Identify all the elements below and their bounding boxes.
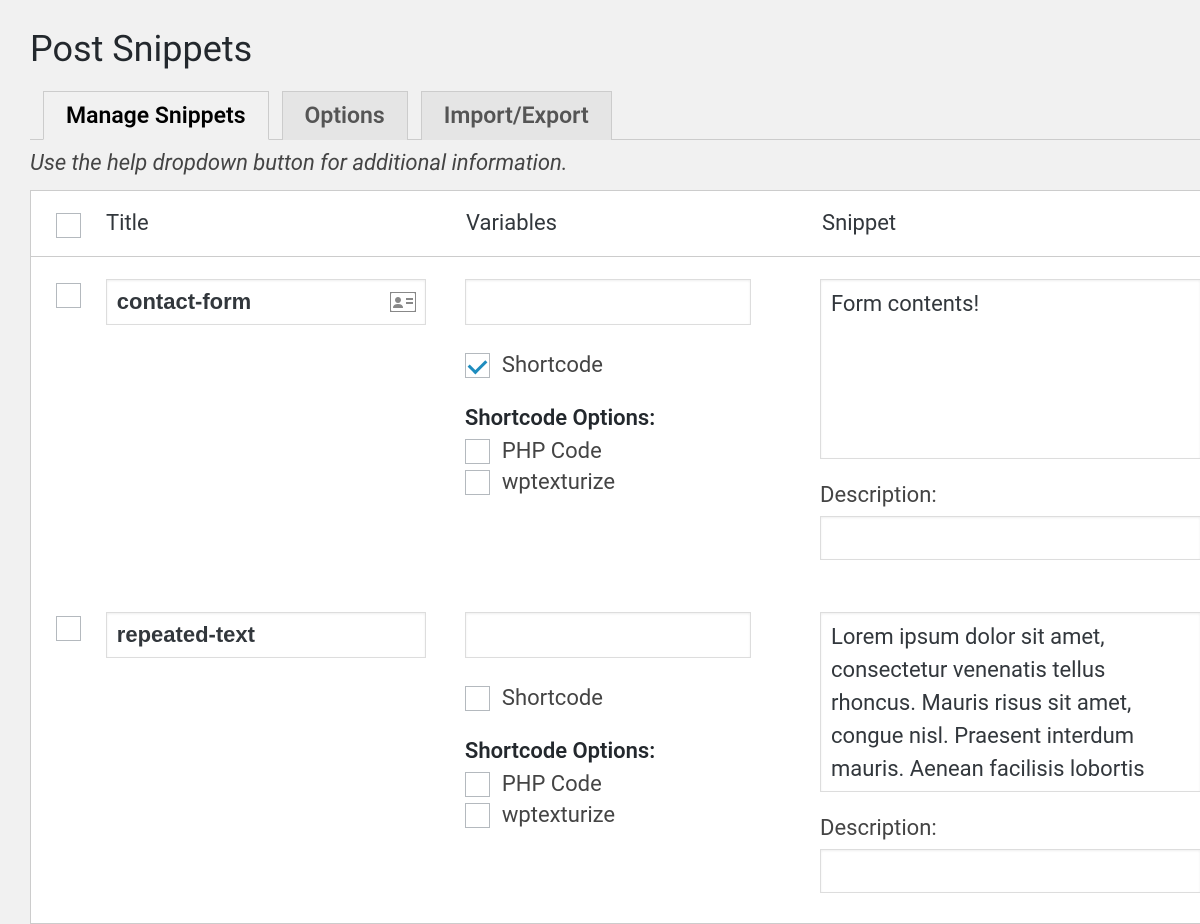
- row-select-checkbox[interactable]: [56, 283, 81, 308]
- column-header-variables: Variables: [466, 211, 822, 236]
- wptexturize-checkbox[interactable]: [465, 803, 490, 828]
- column-header-snippet: Snippet: [822, 211, 1200, 236]
- tab-manage-snippets[interactable]: Manage Snippets: [43, 91, 269, 140]
- select-all-checkbox[interactable]: [56, 213, 81, 238]
- description-input[interactable]: [820, 849, 1200, 893]
- shortcode-checkbox[interactable]: [465, 686, 490, 711]
- description-label: Description:: [820, 483, 1200, 508]
- snippet-title-input[interactable]: [106, 612, 426, 658]
- table-header: Title Variables Snippet: [31, 191, 1200, 257]
- row-select-checkbox[interactable]: [56, 616, 81, 641]
- table-row: Shortcode Shortcode Options: PHP Code wp…: [31, 257, 1200, 590]
- page-title: Post Snippets: [30, 28, 1200, 70]
- snippet-content-textarea[interactable]: [820, 612, 1200, 792]
- description-input[interactable]: [820, 516, 1200, 560]
- column-header-title: Title: [106, 211, 466, 236]
- description-label: Description:: [820, 816, 1200, 841]
- shortcode-label: Shortcode: [502, 353, 603, 378]
- php-code-label: PHP Code: [502, 439, 602, 464]
- tab-options[interactable]: Options: [282, 91, 408, 140]
- wptexturize-label: wptexturize: [502, 803, 615, 828]
- wptexturize-checkbox[interactable]: [465, 470, 490, 495]
- snippet-title-input[interactable]: [106, 279, 426, 325]
- php-code-checkbox[interactable]: [465, 439, 490, 464]
- help-text: Use the help dropdown button for additio…: [30, 151, 1200, 176]
- shortcode-options-label: Shortcode Options:: [465, 406, 800, 431]
- shortcode-label: Shortcode: [502, 686, 603, 711]
- id-card-icon: [390, 292, 416, 312]
- wptexturize-label: wptexturize: [502, 470, 615, 495]
- nav-tabs: Manage Snippets Options Import/Export: [30, 90, 1200, 140]
- php-code-checkbox[interactable]: [465, 772, 490, 797]
- php-code-label: PHP Code: [502, 772, 602, 797]
- shortcode-options-label: Shortcode Options:: [465, 739, 800, 764]
- snippets-table: Title Variables Snippet S: [30, 190, 1200, 924]
- snippet-content-textarea[interactable]: [820, 279, 1200, 459]
- variables-input[interactable]: [465, 279, 751, 325]
- tab-import-export[interactable]: Import/Export: [421, 91, 612, 140]
- table-row: Shortcode Shortcode Options: PHP Code wp…: [31, 590, 1200, 923]
- variables-input[interactable]: [465, 612, 751, 658]
- shortcode-checkbox[interactable]: [465, 353, 490, 378]
